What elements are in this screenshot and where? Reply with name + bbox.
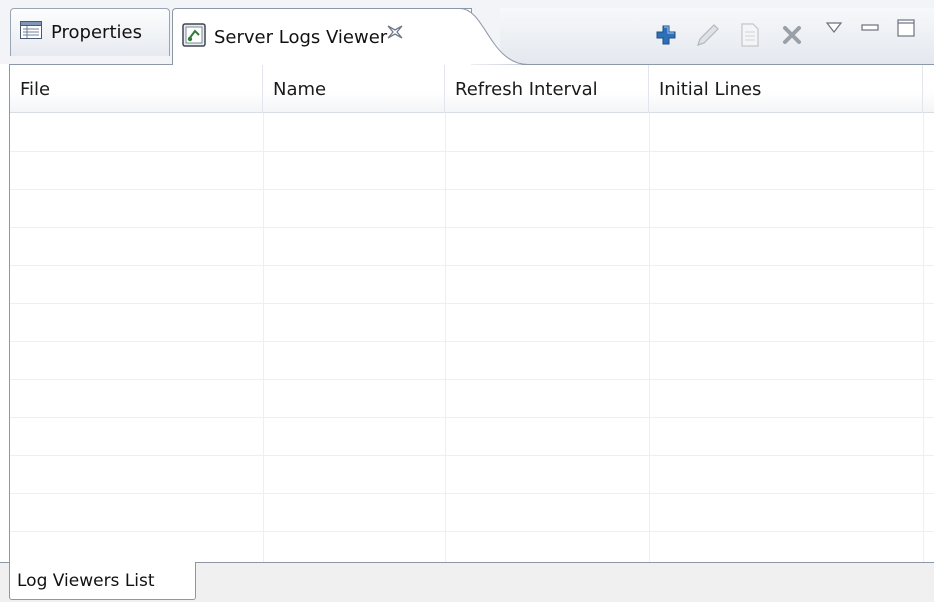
log-viewers-table[interactable]: File Name Refresh Interval Initial Lines [9,64,934,564]
tab-curve [440,8,529,65]
grid-row-line [10,455,934,456]
grid-row-line [10,151,934,152]
add-icon[interactable] [652,21,680,49]
grid-row-line [10,531,934,532]
copy-document-icon[interactable] [736,21,764,49]
bottom-tab-bar: Log Viewers List [0,562,934,602]
tab-server-logs-viewer[interactable]: Server Logs Viewer [172,8,472,65]
grid-row-line [10,341,934,342]
view-tab-bar: Properties Server Logs Viewer [0,0,934,65]
grid-row-line [10,265,934,266]
grid-row-line [10,417,934,418]
tab-server-logs-viewer-label: Server Logs Viewer [214,26,388,48]
column-header-initial-lines[interactable]: Initial Lines [649,65,923,113]
tab-properties[interactable]: Properties [10,8,170,56]
delete-icon[interactable] [778,21,806,49]
grid-column-line [263,113,264,564]
minimize-icon[interactable] [856,14,884,42]
view-menu-chevron-icon[interactable] [820,14,848,42]
grid-row-line [10,303,934,304]
table-header: File Name Refresh Interval Initial Lines [10,65,934,113]
grid-row-line [10,493,934,494]
tab-properties-label: Properties [51,22,142,43]
properties-table-icon [20,21,42,44]
grid-column-line [445,113,446,564]
edit-pencil-icon[interactable] [694,21,722,49]
grid-column-line [923,113,924,564]
maximize-icon[interactable] [892,14,920,42]
grid-row-line [10,189,934,190]
close-icon[interactable] [385,21,405,43]
server-logs-icon [182,22,206,52]
grid-row-line [10,379,934,380]
view-toolbar [652,19,928,50]
grid-row-line [10,227,934,228]
column-header-refresh-interval[interactable]: Refresh Interval [445,65,649,113]
grid-column-line [649,113,650,564]
column-header-file[interactable]: File [10,65,263,113]
column-header-name[interactable]: Name [263,65,445,113]
tab-log-viewers-list[interactable]: Log Viewers List [9,562,196,600]
